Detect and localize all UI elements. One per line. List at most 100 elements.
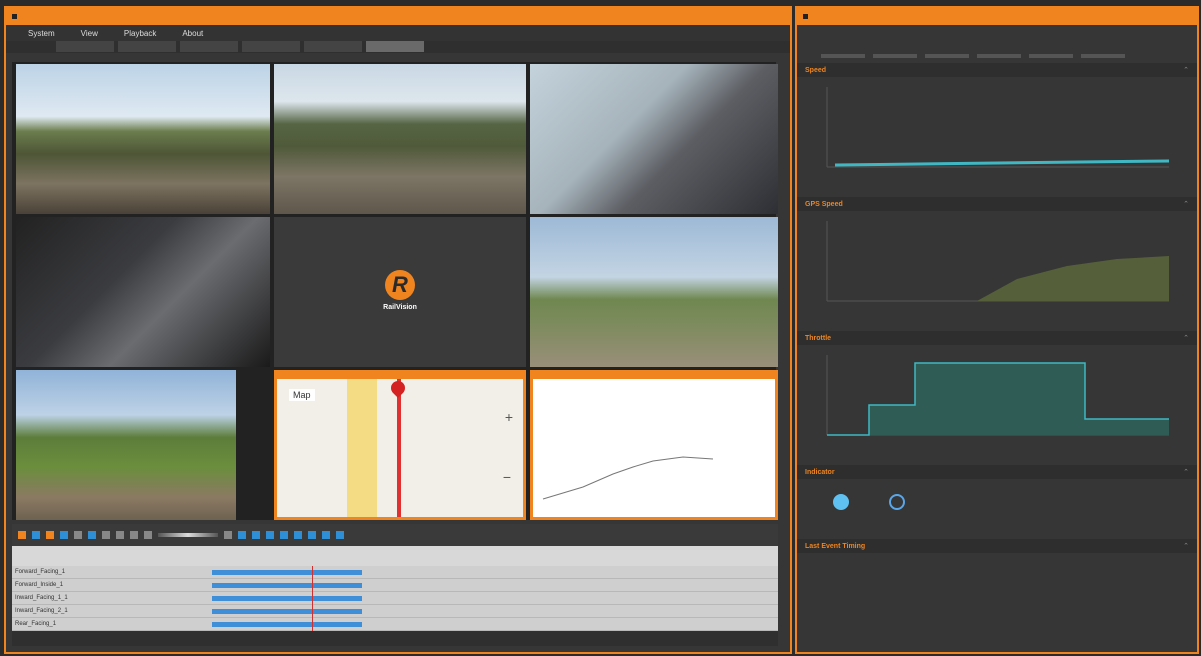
collapse-chevron-icon[interactable]: ⌃ bbox=[1183, 468, 1189, 476]
panel-title: Speed bbox=[805, 66, 827, 74]
recording-bar[interactable] bbox=[212, 622, 362, 627]
row-label: Forward_Inside_1 bbox=[15, 582, 64, 588]
camera-forward-2[interactable] bbox=[274, 64, 526, 214]
channel-toggle-icon[interactable] bbox=[336, 531, 344, 539]
menu-about[interactable]: About bbox=[182, 29, 203, 38]
toolbar-folder-icon[interactable] bbox=[18, 531, 26, 539]
toolbar-edit-icon[interactable] bbox=[60, 531, 68, 539]
subtab[interactable] bbox=[1081, 54, 1125, 58]
tab-5[interactable] bbox=[304, 41, 362, 52]
channel-toggle-icon[interactable] bbox=[238, 531, 246, 539]
zoom-out-button[interactable]: − bbox=[503, 469, 511, 485]
channel-toggle-icon[interactable] bbox=[294, 531, 302, 539]
route-line bbox=[397, 379, 401, 517]
last-event-panel-header[interactable]: Last Event Timing ⌃ bbox=[797, 539, 1197, 553]
app-icon bbox=[803, 14, 808, 19]
collapse-chevron-icon[interactable]: ⌃ bbox=[1183, 334, 1189, 342]
timeline-row[interactable]: Forward_Facing_1 bbox=[12, 566, 778, 579]
brand-name: RailVision bbox=[383, 303, 417, 311]
gps-speed-chart bbox=[797, 211, 1197, 331]
recording-bar[interactable] bbox=[212, 596, 362, 601]
throttle-panel-header[interactable]: Throttle ⌃ bbox=[797, 331, 1197, 345]
toolbar-rewind-icon[interactable] bbox=[116, 531, 124, 539]
gps-speed-panel-header[interactable]: GPS Speed ⌃ bbox=[797, 197, 1197, 211]
recording-bar[interactable] bbox=[212, 583, 362, 588]
map-panel[interactable]: Map + − bbox=[274, 370, 526, 520]
telemetry-header bbox=[797, 25, 1197, 49]
camera-inward-cab[interactable] bbox=[16, 217, 270, 367]
map-road bbox=[347, 379, 377, 517]
camera-forward-facing[interactable] bbox=[16, 64, 270, 214]
toolbar-info-icon[interactable] bbox=[88, 531, 96, 539]
track-chart-panel[interactable] bbox=[530, 370, 778, 520]
map-type-label[interactable]: Map bbox=[289, 389, 315, 401]
zoom-in-button[interactable]: + bbox=[505, 409, 513, 425]
recording-bar[interactable] bbox=[212, 609, 362, 614]
subtab[interactable] bbox=[977, 54, 1021, 58]
app-icon bbox=[12, 14, 17, 19]
timeline-panel: Forward_Facing_1 Forward_Inside_1 Inward… bbox=[12, 524, 778, 646]
menu-playback[interactable]: Playback bbox=[124, 29, 156, 38]
toolbar-doc-icon[interactable] bbox=[74, 531, 82, 539]
tab-4[interactable] bbox=[242, 41, 300, 52]
telemetry-titlebar bbox=[797, 8, 1197, 25]
indicator-item bbox=[833, 489, 849, 539]
speed-chart-svg bbox=[826, 87, 1170, 168]
menu-view[interactable]: View bbox=[81, 29, 98, 38]
toolbar-forward-icon[interactable] bbox=[144, 531, 152, 539]
timeline-row[interactable]: Rear_Facing_1 bbox=[12, 618, 778, 631]
toolbar-lock-icon[interactable] bbox=[224, 531, 232, 539]
timeline-row[interactable]: Inward_Facing_1_1 bbox=[12, 592, 778, 605]
playback-speed-slider[interactable] bbox=[158, 533, 218, 537]
channel-toggle-icon[interactable] bbox=[252, 531, 260, 539]
toolbar-export-icon[interactable] bbox=[46, 531, 54, 539]
telemetry-subtabs bbox=[797, 49, 1197, 63]
collapse-chevron-icon[interactable]: ⌃ bbox=[1183, 542, 1189, 550]
speed-panel-header[interactable]: Speed ⌃ bbox=[797, 63, 1197, 77]
tab-2[interactable] bbox=[118, 41, 176, 52]
tab-3[interactable] bbox=[180, 41, 238, 52]
throttle-chart-svg bbox=[826, 355, 1169, 436]
timeline-rows: Forward_Facing_1 Forward_Inside_1 Inward… bbox=[12, 566, 778, 631]
toolbar-step-back-icon[interactable] bbox=[102, 531, 110, 539]
track-chart bbox=[542, 456, 714, 500]
indicator-body bbox=[797, 479, 1197, 539]
location-pin-icon bbox=[388, 379, 408, 398]
subtab[interactable] bbox=[821, 54, 865, 58]
menu-bar: System View Playback About bbox=[6, 25, 790, 41]
subtab[interactable] bbox=[925, 54, 969, 58]
timeline-ruler[interactable] bbox=[12, 546, 778, 566]
indicator-panel-header[interactable]: Indicator ⌃ bbox=[797, 465, 1197, 479]
toolbar-globe-icon[interactable] bbox=[32, 531, 40, 539]
timeline-row[interactable]: Forward_Inside_1 bbox=[12, 579, 778, 592]
row-label: Forward_Facing_1 bbox=[15, 569, 66, 575]
indicator-on-icon bbox=[833, 494, 849, 510]
channel-toggle-icon[interactable] bbox=[308, 531, 316, 539]
tab-6[interactable] bbox=[366, 41, 424, 52]
indicator-item bbox=[889, 489, 905, 539]
playback-toolbar bbox=[12, 524, 778, 546]
panel-title: Indicator bbox=[805, 468, 835, 476]
menu-system[interactable]: System bbox=[28, 29, 55, 38]
toolbar-play-icon[interactable] bbox=[130, 531, 138, 539]
tab-1[interactable] bbox=[56, 41, 114, 52]
playhead-cursor[interactable] bbox=[312, 566, 313, 631]
throttle-chart bbox=[797, 345, 1197, 465]
throttle-area bbox=[827, 363, 1169, 435]
collapse-chevron-icon[interactable]: ⌃ bbox=[1183, 200, 1189, 208]
subtab[interactable] bbox=[873, 54, 917, 58]
camera-rear-facing[interactable] bbox=[16, 370, 236, 520]
track-line bbox=[542, 456, 714, 500]
timeline-row[interactable]: Inward_Facing_2_1 bbox=[12, 605, 778, 618]
row-label: Inward_Facing_1_1 bbox=[15, 595, 68, 601]
camera-side-facing[interactable] bbox=[530, 217, 778, 367]
logo-panel: R RailVision bbox=[274, 217, 526, 367]
row-label: Rear_Facing_1 bbox=[15, 621, 57, 627]
subtab[interactable] bbox=[1029, 54, 1073, 58]
channel-toggle-icon[interactable] bbox=[280, 531, 288, 539]
collapse-chevron-icon[interactable]: ⌃ bbox=[1183, 66, 1189, 74]
camera-inward-operator[interactable] bbox=[530, 64, 778, 214]
recording-bar[interactable] bbox=[212, 570, 362, 575]
channel-toggle-icon[interactable] bbox=[266, 531, 274, 539]
channel-toggle-icon[interactable] bbox=[322, 531, 330, 539]
